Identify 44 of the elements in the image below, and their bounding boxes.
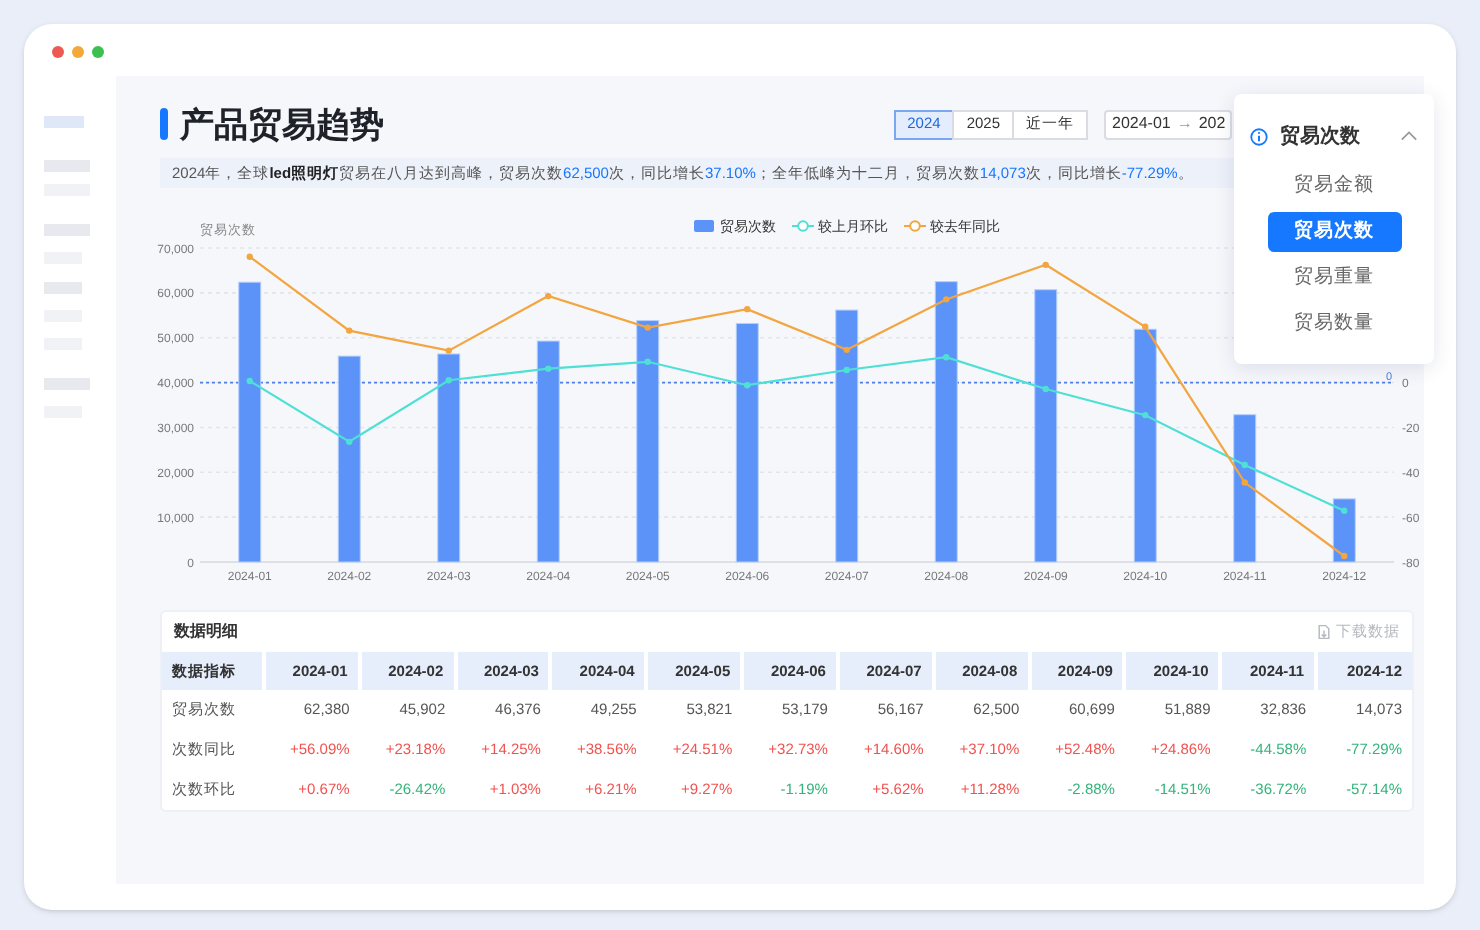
data-point — [346, 438, 353, 446]
range-arrow: → — [1176, 112, 1193, 136]
data-point — [1042, 261, 1049, 269]
chevron-up-icon[interactable] — [1400, 130, 1418, 142]
page-title: 产品贸易趋势 — [180, 107, 384, 141]
data-point — [943, 354, 950, 361]
data-point — [644, 358, 651, 365]
data-point — [1142, 411, 1149, 419]
sidebar-placeholder — [44, 116, 84, 128]
data-point — [1241, 461, 1248, 469]
data-point — [744, 382, 751, 389]
download-icon — [1316, 624, 1332, 640]
data-point — [843, 366, 850, 374]
legend-line-icon — [903, 220, 927, 232]
data-point — [445, 347, 452, 354]
data-point — [246, 253, 253, 260]
date-range-field[interactable]: 2024-01 → 202 — [1104, 109, 1232, 139]
data-point — [1341, 552, 1348, 560]
data-point — [744, 305, 751, 313]
data-point — [1241, 479, 1248, 486]
legend-line-icon — [791, 220, 815, 232]
data-point — [1142, 323, 1149, 330]
data-point — [644, 324, 651, 331]
data-point — [1341, 507, 1348, 514]
dropdown-value: 贸易次数 — [1280, 123, 1362, 151]
legend-bar-swatch-icon — [694, 220, 714, 232]
title-accent — [160, 108, 168, 140]
dropdown-option[interactable]: 贸易数量 — [1267, 304, 1401, 344]
data-point — [1042, 385, 1049, 393]
data-point — [545, 365, 552, 372]
info-icon — [1250, 127, 1268, 145]
data-point — [346, 327, 353, 334]
table-title: 数据明细 — [174, 620, 238, 644]
bar — [1332, 498, 1356, 563]
data-point — [943, 296, 950, 303]
dropdown-option[interactable]: 贸易重量 — [1267, 258, 1401, 298]
dropdown-option[interactable]: 贸易次数 — [1267, 212, 1401, 252]
data-point — [843, 346, 850, 354]
data-point — [545, 292, 552, 300]
start-date: 2024-01 — [1112, 112, 1171, 136]
data-point — [246, 377, 253, 385]
dropdown-option[interactable]: 贸易金额 — [1267, 166, 1401, 206]
data-point — [445, 377, 452, 384]
end-date: 202 — [1198, 112, 1226, 136]
